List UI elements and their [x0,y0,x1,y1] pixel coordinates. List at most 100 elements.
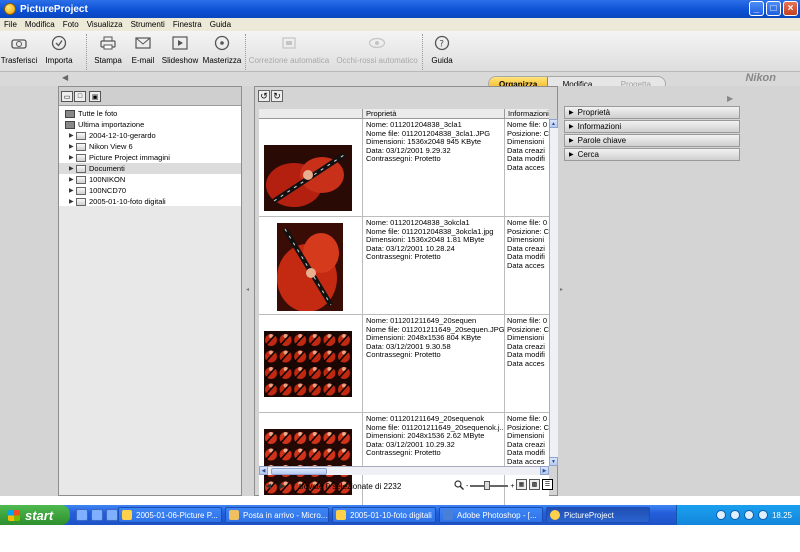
slideshow-button[interactable]: Slideshow [161,31,199,71]
single-view-icon[interactable]: □ [74,91,86,102]
taskbar-item[interactable]: 2005-01-06-Picture P... [118,507,222,523]
prop-dimensions: Dimensioni: 2048x1536 2.62 MByte [366,432,485,440]
photo-row[interactable]: Nome: 011201204838_3okcla1 Nome file: 01… [259,217,549,315]
horizontal-scrollbar[interactable]: ◀ ▶ [259,466,549,475]
eye-icon [368,35,386,51]
photo-thumbnail[interactable] [277,223,343,311]
folder-view-icon[interactable]: ▭ [61,91,73,102]
minimize-button[interactable]: _ [749,1,764,16]
grip-icon: ◂ [246,287,250,293]
expand-icon[interactable]: ▶ [69,198,76,205]
tree-item-all-photos[interactable]: Tutte le foto [59,108,241,119]
expand-icon[interactable]: ▶ [69,176,76,183]
photo-thumbnail[interactable] [264,331,352,397]
zoom-slider-knob[interactable] [484,481,491,490]
trasferisci-button[interactable]: Trasferisci [1,31,37,71]
close-button[interactable]: × [783,1,798,16]
zoom-in-icon[interactable]: + [510,483,514,490]
inspector-keywords[interactable]: ▶ Parole chiave [564,134,740,147]
grip-icon: ▸ [560,287,564,293]
expand-icon[interactable]: ▶ [69,143,76,150]
tray-icon[interactable] [757,510,768,520]
menu-guida[interactable]: Guida [206,20,235,29]
window-title: PictureProject [20,3,88,15]
taskbar-item-active[interactable]: PictureProject [546,507,650,523]
tray-icon[interactable] [729,510,740,520]
prop-flags: Contrassegni: Protetto [366,449,441,457]
col-properties[interactable]: Proprietà [363,109,505,118]
taskbar-item[interactable]: Adobe Photoshop - [... [439,507,543,523]
photo-row[interactable]: Nome: 011201211649_20sequenok Nome file:… [259,413,549,511]
menu-file[interactable]: File [0,20,21,29]
prop-dimensions: Dimensioni: 2048x1536 804 KByte [366,334,482,342]
inspector-properties[interactable]: ▶ Proprietà [564,106,740,119]
occhi-rossi-button[interactable]: Occhi-rossi automatico [332,31,422,71]
tree-folder[interactable]: ▶ Picture Project immagini [59,152,241,163]
taskbar-item[interactable]: 2005-01-10-foto digitali [332,507,436,523]
email-button[interactable]: E-mail [125,31,161,71]
rotate-right-icon[interactable]: ↻ [271,90,283,102]
inspector-information[interactable]: ▶ Informazioni [564,120,740,133]
expand-right-icon[interactable]: ▶ [727,94,733,103]
importa-button[interactable]: Importa [36,31,82,71]
col-file-info[interactable]: Informazioni file [505,109,549,118]
tray-icon[interactable] [743,510,754,520]
tree-folder-selected[interactable]: ▶ Documenti [59,163,241,174]
tree-folder[interactable]: ▶ 100NCD70 [59,185,241,196]
scroll-left-icon[interactable]: ◀ [259,466,268,475]
maximize-button[interactable]: □ [766,1,781,16]
horizontal-scroll-thumb[interactable] [271,468,327,475]
stampa-button[interactable]: Stampa [91,31,125,71]
grid-view-icon[interactable]: ▦ [516,479,527,490]
info-line: Nome file: 0 [507,317,548,325]
collapse-left-icon[interactable]: ◀ [62,73,68,82]
next-icon[interactable]: ▶ [277,481,288,492]
quick-launch-icon[interactable] [106,509,118,521]
taskbar-item[interactable]: Posta in arrivo - Micro... [225,507,329,523]
album-view-icon[interactable]: ▣ [89,91,101,102]
scroll-up-icon[interactable]: ▲ [549,119,558,128]
photo-thumbnail[interactable] [264,145,352,211]
inspector-search[interactable]: ▶ Cerca [564,148,740,161]
masterizza-button[interactable]: Masterizza [199,31,245,71]
properties-cell: Nome: 011201211649_20sequen Nome file: 0… [363,315,505,412]
rotate-left-icon[interactable]: ↺ [258,90,270,102]
tree-item-label: Tutte le foto [78,109,118,118]
menu-finestra[interactable]: Finestra [169,20,206,29]
expand-icon[interactable]: ▶ [69,154,76,161]
scroll-right-icon[interactable]: ▶ [540,466,549,475]
photo-row[interactable]: Nome: 011201204838_3cla1 Nome file: 0112… [259,119,549,217]
col-thumbnail[interactable] [259,109,363,118]
list-view-icon[interactable]: ☰ [542,479,553,490]
tree-folder[interactable]: ▶ 2004-12-10-gerardo [59,130,241,141]
info-line: Dimensioni [507,432,545,440]
tray-icon[interactable] [715,510,726,520]
menu-visualizza[interactable]: Visualizza [83,20,127,29]
menu-strumenti[interactable]: Strumenti [127,20,169,29]
prop-filename: Nome file: 011201211649_20sequenok.j... [366,423,504,432]
large-view-icon[interactable]: ▩ [529,479,540,490]
correzione-automatica-button[interactable]: Correzione automatica [246,31,332,71]
tree-item-label: 2004-12-10-gerardo [89,131,156,140]
zoom-out-icon[interactable]: - [466,483,468,490]
scroll-down-icon[interactable]: ▼ [549,457,558,466]
expand-icon[interactable]: ▶ [69,132,76,139]
menu-foto[interactable]: Foto [59,20,83,29]
tree-folder[interactable]: ▶ 100NIKON [59,174,241,185]
left-splitter[interactable]: ◂ [244,86,252,496]
expand-icon[interactable]: ▶ [69,165,76,172]
expand-icon[interactable]: ▶ [69,187,76,194]
tree-folder[interactable]: ▶ Nikon View 6 [59,141,241,152]
menu-modifica[interactable]: Modifica [21,20,59,29]
quick-launch-icon[interactable] [76,509,88,521]
photo-row[interactable]: Nome: 011201211649_20sequen Nome file: 0… [259,315,549,413]
tree-item-last-import[interactable]: Ultima importazione [59,119,241,130]
start-button[interactable]: start [0,505,70,525]
magnifier-icon[interactable] [454,480,465,492]
zoom-slider[interactable] [470,481,509,490]
guida-button[interactable]: ? Guida [425,31,459,71]
quick-launch-icon[interactable] [91,509,103,521]
vertical-scrollbar[interactable]: ▲ ▼ [549,119,558,466]
previous-icon[interactable]: ◀ [263,481,274,492]
folder-icon [76,142,86,151]
